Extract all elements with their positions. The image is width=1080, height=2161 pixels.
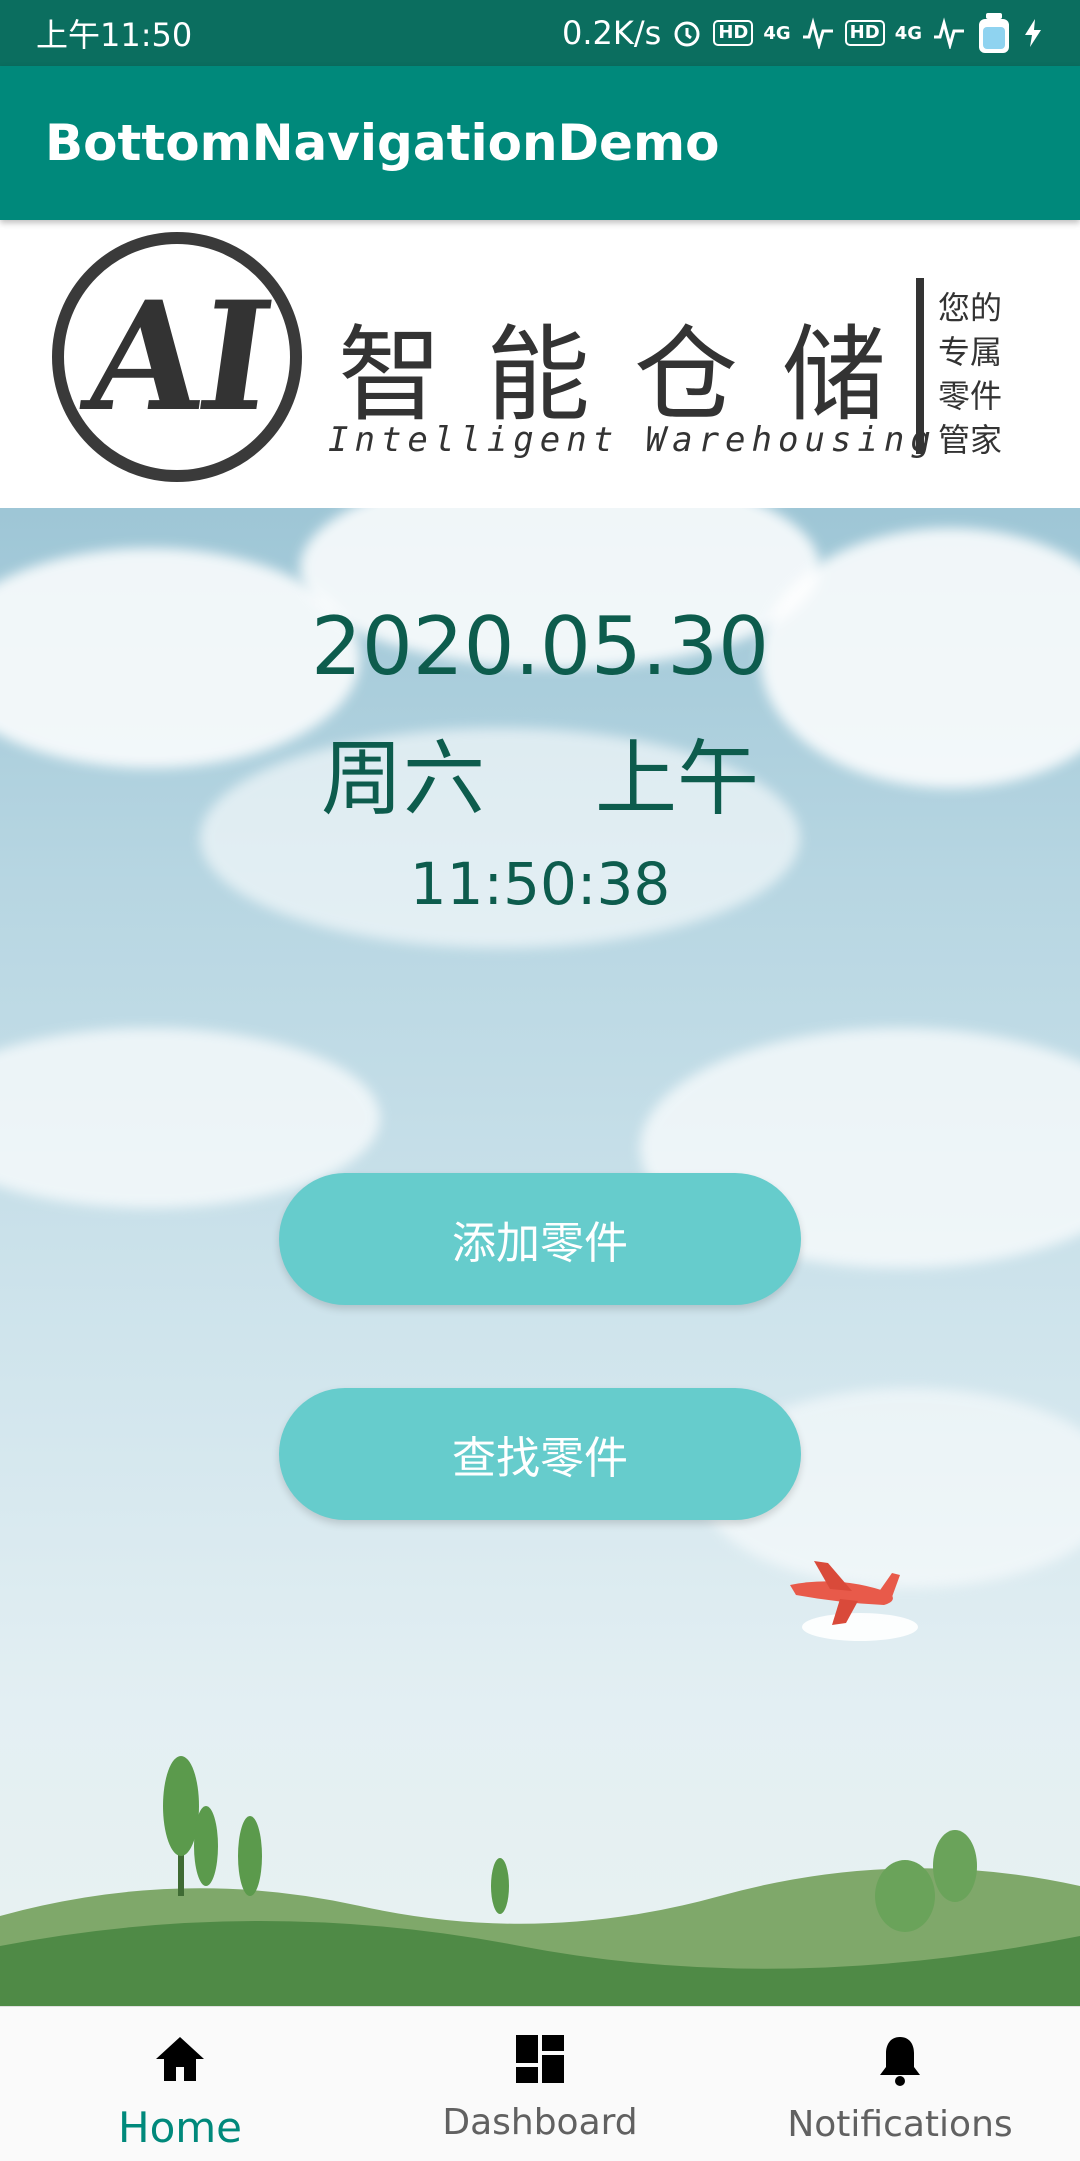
logo-text: AI (75, 269, 279, 445)
hd-badge-2: HD (844, 20, 885, 46)
weekday-text: 周六 (320, 732, 485, 827)
slogan-line: 管家 (938, 421, 1003, 459)
signal-icon-2 (932, 17, 966, 49)
app-title: BottomNavigationDemo (45, 114, 720, 172)
net-speed: 0.2K/s (562, 14, 662, 52)
battery-icon (976, 11, 1012, 55)
status-icons: 0.2K/s HD 4G HD 4G (562, 11, 1044, 55)
app-bar: BottomNavigationDemo (0, 66, 1080, 220)
signal-icon (801, 17, 835, 49)
date-text: 2020.05.30 (310, 600, 770, 693)
banner-title: 智能仓储 (338, 314, 931, 436)
weekday-row: 周六 上午 (0, 712, 1080, 831)
banner: AI 智能仓储 Intelligent Warehousing 您的 专属 零件… (0, 220, 1080, 508)
alarm-icon (671, 17, 703, 49)
logo: AI (52, 232, 302, 482)
bell-icon (876, 2033, 924, 2096)
network-type: 4G (763, 22, 791, 44)
nav-item-dashboard[interactable]: Dashboard (360, 2007, 720, 2161)
home-icon (152, 2033, 208, 2095)
nav-label-home: Home (117, 2103, 243, 2152)
status-bar: 上午11:50 0.2K/s HD 4G HD 4G (0, 0, 1080, 66)
bottom-navigation: Home Dashboard Notifications (0, 2006, 1080, 2161)
hd-badge: HD (713, 20, 754, 46)
nav-label-dashboard: Dashboard (442, 2102, 638, 2143)
slogan-line: 专属 (938, 333, 1003, 371)
airplane-icon (780, 1555, 920, 1649)
clock-text: 11:50:38 (409, 850, 671, 918)
period-text: 上午 (595, 732, 760, 827)
banner-subtitle: Intelligent Warehousing (328, 420, 937, 460)
find-part-button[interactable]: 查找零件 (279, 1388, 801, 1520)
slogan-line: 您的 (938, 289, 1003, 327)
status-time: 上午11:50 (36, 16, 193, 54)
add-part-button[interactable]: 添加零件 (279, 1173, 801, 1305)
nav-item-notifications[interactable]: Notifications (720, 2007, 1080, 2161)
dashboard-icon (514, 2033, 566, 2094)
nav-item-home[interactable]: Home (0, 2007, 360, 2161)
charging-icon (1022, 17, 1044, 49)
slogan-line: 零件 (938, 377, 1003, 415)
banner-divider (916, 278, 924, 454)
slogan: 您的 专属 零件 管家 (938, 286, 1018, 462)
nav-label-notifications: Notifications (787, 2104, 1013, 2145)
network-type-2: 4G (894, 22, 922, 44)
